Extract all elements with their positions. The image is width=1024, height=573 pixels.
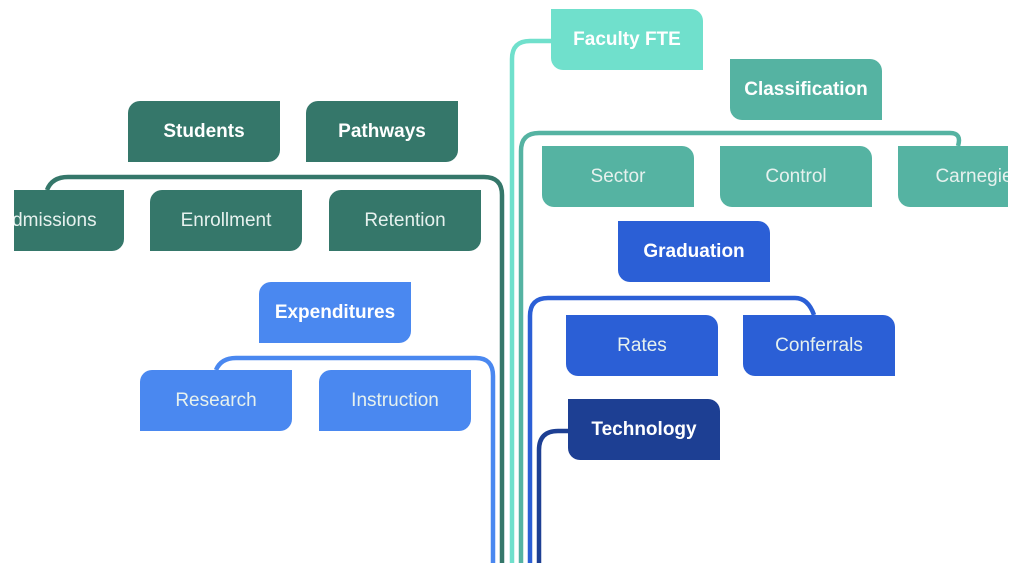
node-pathways[interactable]: Pathways: [306, 101, 458, 162]
node-label: Technology: [591, 418, 697, 440]
node-retention[interactable]: Retention: [329, 190, 481, 251]
node-label: Control: [765, 165, 827, 187]
node-enrollment[interactable]: Enrollment: [150, 190, 302, 251]
node-instruction[interactable]: Instruction: [319, 370, 471, 431]
node-classification[interactable]: Classification: [730, 59, 882, 120]
node-graduation[interactable]: Graduation: [618, 221, 770, 282]
node-label: Admissions: [14, 209, 97, 231]
node-sector[interactable]: Sector: [542, 146, 694, 207]
node-label: Classification: [744, 78, 868, 100]
node-label: Enrollment: [180, 209, 272, 231]
node-admissions[interactable]: Admissions: [14, 190, 124, 251]
node-research[interactable]: Research: [140, 370, 292, 431]
node-control[interactable]: Control: [720, 146, 872, 207]
node-technology[interactable]: Technology: [568, 399, 720, 460]
node-label: Sector: [590, 165, 646, 187]
node-label: Conferrals: [775, 334, 863, 356]
node-label: Rates: [617, 334, 667, 356]
node-rates[interactable]: Rates: [566, 315, 718, 376]
technology-connector: [536, 428, 568, 563]
node-expenditures[interactable]: Expenditures: [259, 282, 411, 343]
node-label: Retention: [364, 209, 446, 231]
node-label: Graduation: [643, 240, 745, 262]
node-conferrals[interactable]: Conferrals: [743, 315, 895, 376]
node-label: Research: [175, 389, 257, 411]
node-carnegie[interactable]: Carnegie: [898, 146, 1008, 207]
node-faculty-fte[interactable]: Faculty FTE: [551, 9, 703, 70]
node-label: Students: [163, 120, 245, 142]
node-label: Instruction: [351, 389, 439, 411]
node-label: Pathways: [338, 120, 426, 142]
node-label: Carnegie: [935, 165, 1008, 187]
node-students[interactable]: Students: [128, 101, 280, 162]
node-label: Faculty FTE: [573, 28, 681, 50]
node-label: Expenditures: [274, 301, 396, 323]
